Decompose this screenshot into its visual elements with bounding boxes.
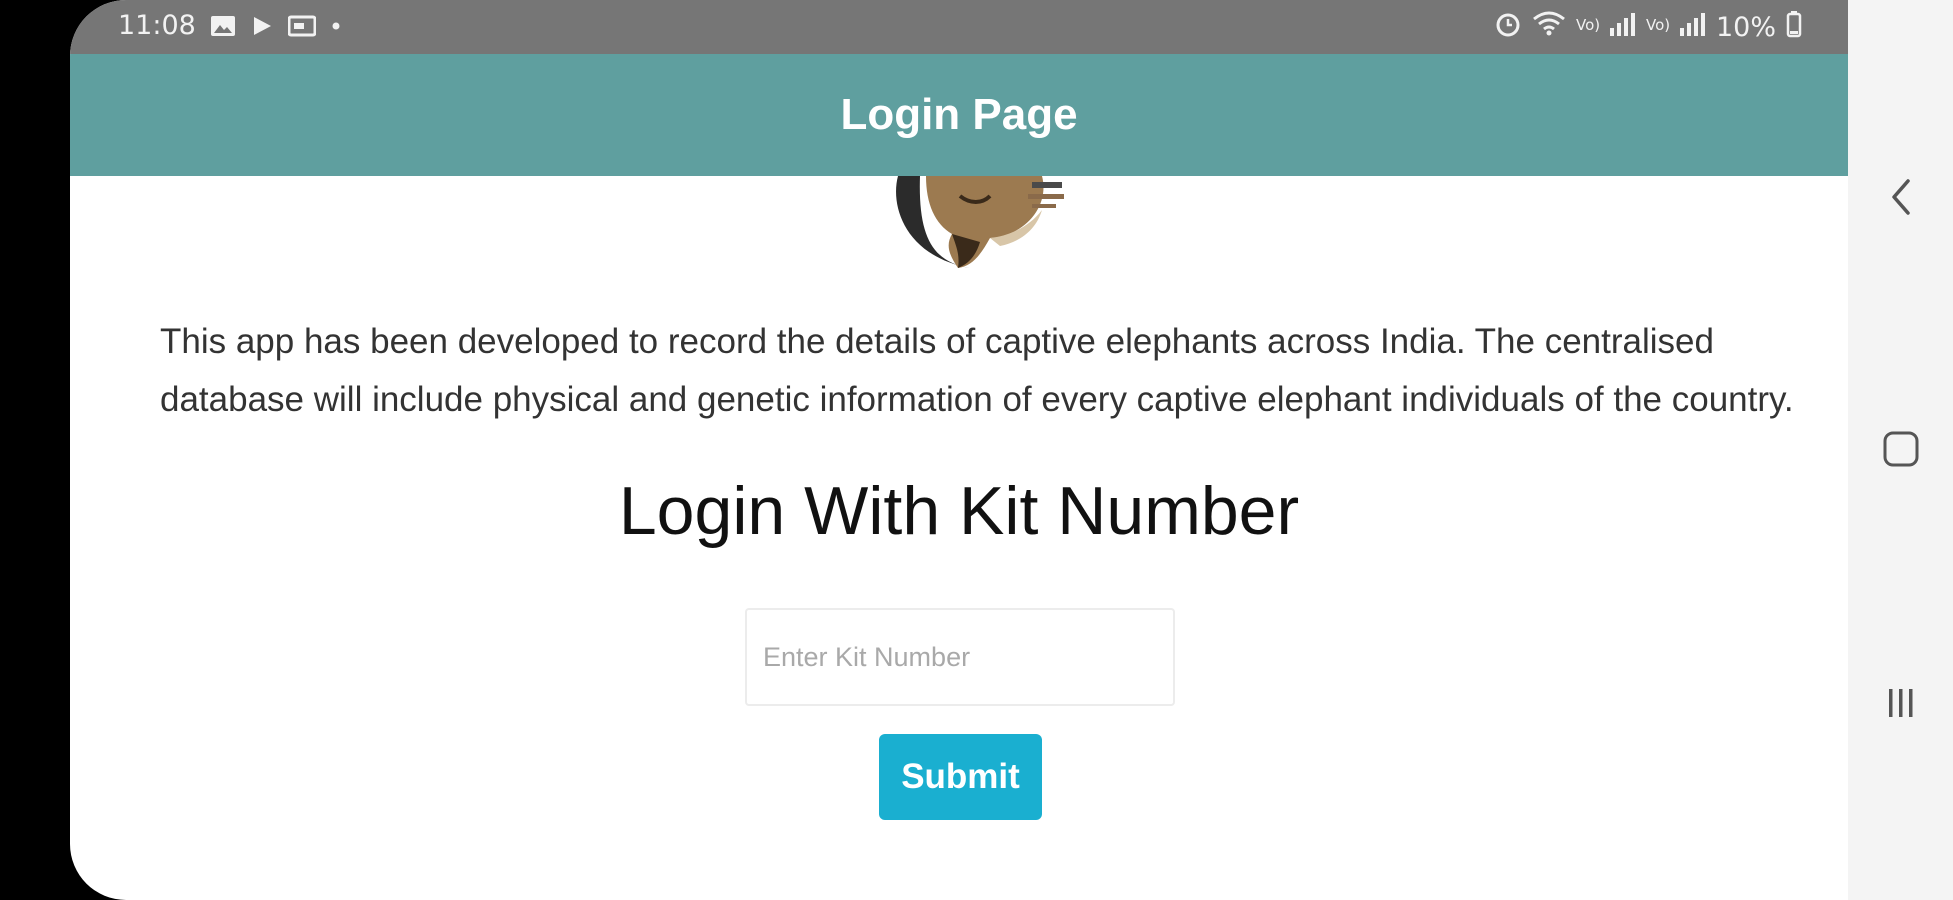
app-screen: 11:08 Vo) Vo) 10% Login Page This app ha… xyxy=(70,0,1848,900)
play-notification-icon xyxy=(250,14,274,38)
login-heading: Login With Kit Number xyxy=(618,473,1300,549)
svg-text:Vo): Vo) xyxy=(1646,16,1670,34)
svg-text:Vo): Vo) xyxy=(1576,16,1600,34)
app-description: This app has been developed to record th… xyxy=(160,322,1794,419)
status-time: 11:08 xyxy=(118,10,196,41)
dot-icon xyxy=(330,14,342,38)
app-bar: Login Page xyxy=(70,54,1848,176)
elephant-logo xyxy=(860,176,1085,271)
back-icon[interactable] xyxy=(1878,174,1924,220)
kit-number-input[interactable] xyxy=(745,608,1175,706)
battery-percentage: 10% xyxy=(1715,12,1776,43)
alarm-icon xyxy=(1494,10,1522,45)
status-bar: 11:08 Vo) Vo) 10% xyxy=(70,0,1848,54)
image-notification-icon xyxy=(210,14,236,38)
signal-icon: Vo) xyxy=(1646,10,1706,45)
screen-notification-icon xyxy=(287,14,316,38)
page-title: Login Page xyxy=(840,90,1078,139)
home-icon[interactable] xyxy=(1878,426,1924,472)
battery-icon xyxy=(1786,10,1802,45)
recent-apps-icon[interactable] xyxy=(1878,680,1924,726)
signal-icon: Vo) xyxy=(1576,10,1636,45)
navigation-bar xyxy=(1848,0,1953,900)
submit-button[interactable]: Submit xyxy=(879,734,1042,820)
wifi-icon xyxy=(1532,10,1566,45)
